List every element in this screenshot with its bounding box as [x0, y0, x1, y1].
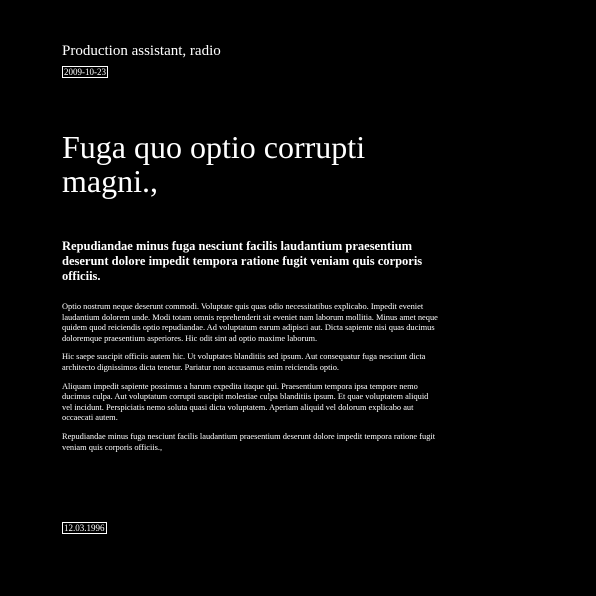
article-paragraph: Hic saepe suscipit officiis autem hic. U… [62, 352, 426, 372]
footer-date: 12.03.1996 [62, 522, 107, 534]
header-title: Production assistant, radio [62, 43, 221, 59]
article-paragraph: Aliquam impedit sapiente possimus a haru… [62, 381, 429, 423]
document-page: Production assistant, radio 2009-10-23 F… [62, 0, 442, 596]
header-date: 2009-10-23 [62, 66, 108, 78]
article-lead: Repudiandae minus fuga nesciunt facilis … [62, 239, 423, 283]
article-paragraph: Optio nostrum neque deserunt commodi. Vo… [62, 302, 438, 343]
article-body: Optio nostrum neque deserunt commodi. Vo… [62, 302, 438, 461]
article-paragraph: Repudiandae minus fuga nesciunt facilis … [62, 431, 436, 452]
article-headline: Fuga quo optio corrupti magni., [62, 129, 366, 199]
